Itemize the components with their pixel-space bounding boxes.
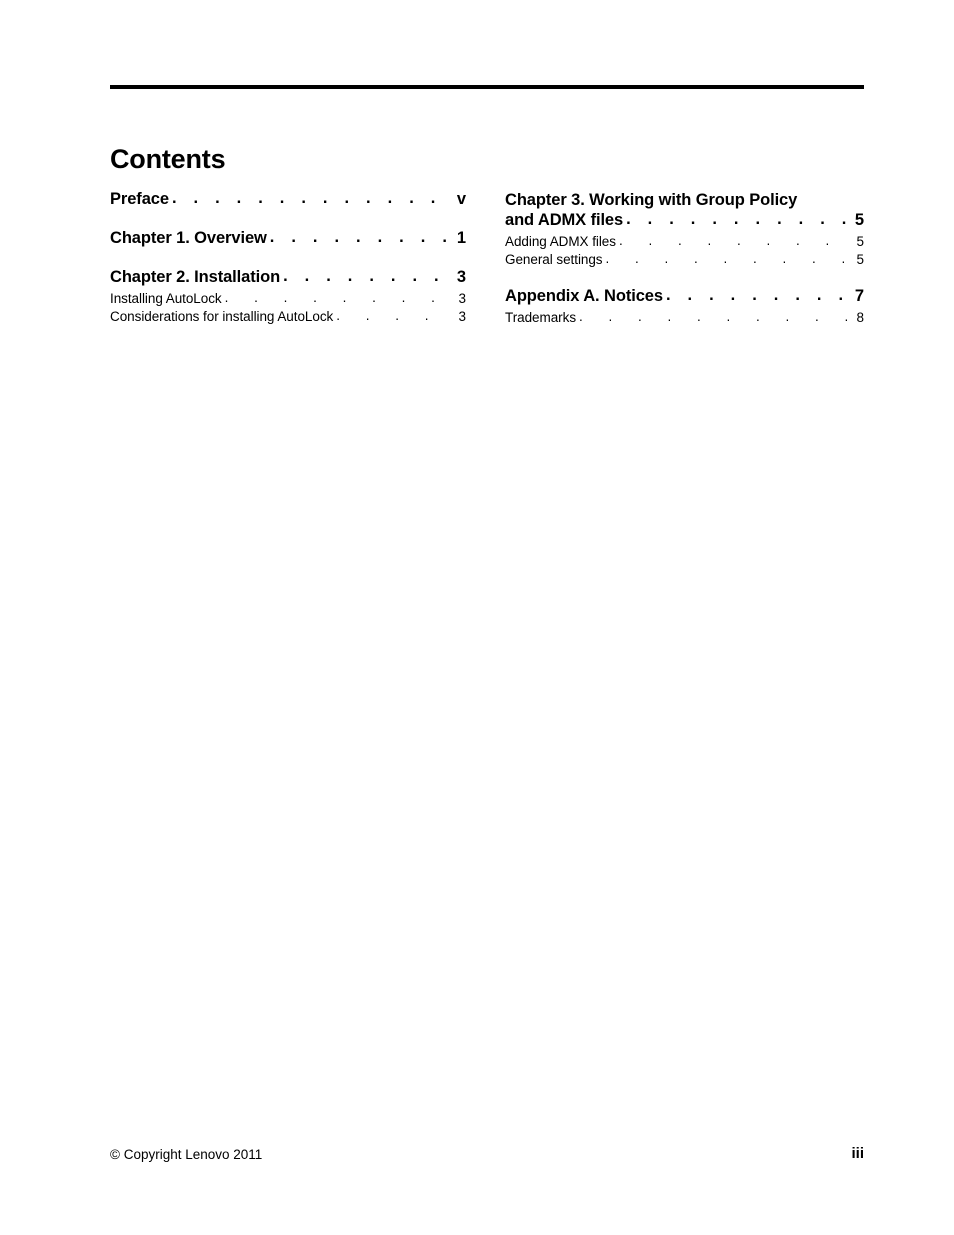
- toc-entry-label: General settings: [505, 252, 603, 268]
- toc-entry-adding-admx-files[interactable]: Adding ADMX files . . . . . . . . . . . …: [505, 233, 865, 250]
- toc-entry-label: Appendix A. Notices: [505, 287, 663, 306]
- toc-page-number: 8: [856, 310, 865, 326]
- toc-entry-chapter-3-working-with-group-policy-and-admx-files[interactable]: Chapter 3. Working with Group Policy and…: [505, 190, 864, 230]
- toc-entry-label: Preface: [110, 190, 169, 208]
- toc-page-number: 5: [856, 252, 865, 268]
- toc-entry-general-settings[interactable]: General settings . . . . . . . . . . . .…: [505, 251, 865, 268]
- toc-page-number: 5: [856, 234, 865, 250]
- toc-column-left: Preface . . . . . . . . . . . . . . . . …: [110, 189, 467, 324]
- footer-page-number: iii: [851, 1145, 864, 1162]
- toc-entry-label: Trademarks: [505, 310, 577, 326]
- dot-leader: . . . . . . . . . . . . . . . . . . . . …: [618, 233, 850, 249]
- toc-entry-label: Chapter 2. Installation: [110, 268, 281, 286]
- toc-entry-preface[interactable]: Preface . . . . . . . . . . . . . . . . …: [110, 189, 466, 209]
- dot-leader: . . . . . . . . . . . . . . . . . . . . …: [605, 251, 850, 267]
- toc-entry-label-line-2: and ADMX files: [505, 211, 624, 230]
- dot-leader: . . . . . . . . . . . . . . . . . . . . …: [224, 290, 452, 305]
- toc-page-number: 3: [456, 268, 466, 286]
- dot-leader: . . . . . . . . . . . . . . . . . . . . …: [626, 210, 849, 229]
- toc-entry-label-line-1: Chapter 3. Working with Group Policy: [505, 191, 798, 209]
- page-title: Contents: [110, 144, 226, 175]
- dot-leader: . . . . . . . . . . . . . . . . . . . . …: [336, 308, 452, 323]
- toc-entry-trademarks[interactable]: Trademarks . . . . . . . . . . . . . . .…: [505, 309, 865, 326]
- toc-page-number: 5: [854, 211, 864, 230]
- document-page: Contents Preface . . . . . . . . . . . .…: [0, 0, 954, 1235]
- toc-page-number: 7: [854, 287, 864, 306]
- toc-entry-appendix-a-notices[interactable]: Appendix A. Notices . . . . . . . . . . …: [505, 286, 864, 306]
- toc-entry-label: Chapter 1. Overview: [110, 229, 267, 247]
- toc-entry-label: Adding ADMX files: [505, 234, 616, 250]
- dot-leader: . . . . . . . . . . . . . . . . . . . . …: [579, 309, 850, 325]
- toc-entry-considerations-for-installing-autolock[interactable]: Considerations for installing AutoLock .…: [110, 308, 467, 324]
- dot-leader: . . . . . . . . . . . . . . . . . . . . …: [283, 267, 451, 285]
- toc-page-number: v: [456, 190, 466, 208]
- header-rule: [110, 85, 864, 89]
- toc-entry-installing-autolock[interactable]: Installing AutoLock . . . . . . . . . . …: [110, 290, 467, 306]
- toc-page-number: 3: [458, 309, 467, 324]
- toc-page-number: 1: [456, 229, 466, 247]
- toc-column-right: Chapter 3. Working with Group Policy and…: [505, 190, 864, 325]
- dot-leader: . . . . . . . . . . . . . . . . . . . . …: [269, 228, 451, 246]
- toc-page-number: 3: [458, 291, 467, 306]
- toc-entry-label: Considerations for installing AutoLock: [110, 309, 334, 324]
- toc-entry-label: Installing AutoLock: [110, 291, 222, 306]
- dot-leader: . . . . . . . . . . . . . . . . . . . . …: [171, 189, 451, 207]
- toc-entry-chapter-2-installation[interactable]: Chapter 2. Installation . . . . . . . . …: [110, 267, 466, 287]
- dot-leader: . . . . . . . . . . . . . . . . . . . . …: [665, 286, 849, 305]
- toc-entry-chapter-1-overview[interactable]: Chapter 1. Overview . . . . . . . . . . …: [110, 228, 466, 248]
